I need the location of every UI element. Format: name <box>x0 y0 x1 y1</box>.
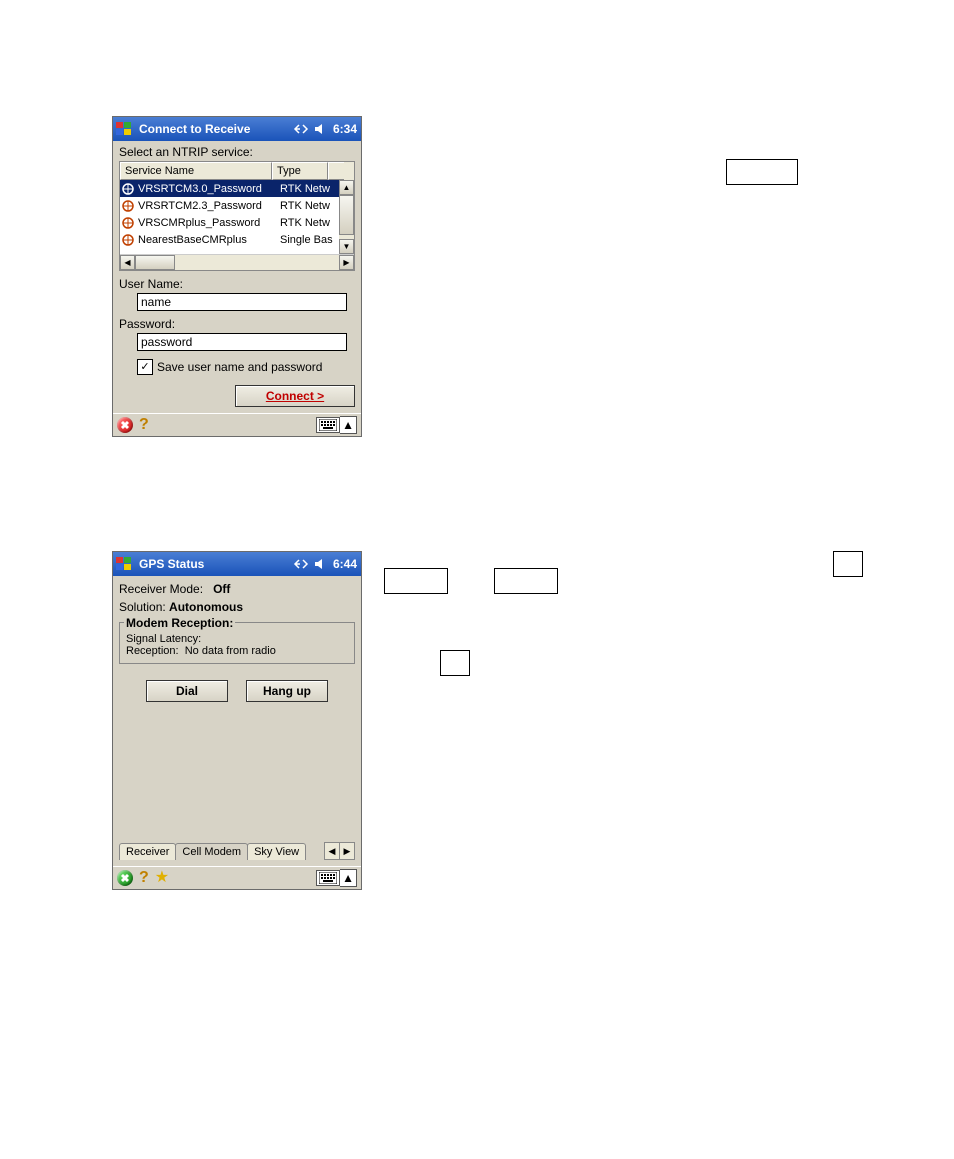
connectivity-icon[interactable] <box>293 557 309 571</box>
tab-bar: ReceiverCell ModemSky View ◀ ▶ <box>119 722 355 860</box>
connectivity-icon[interactable] <box>293 122 309 136</box>
keyboard-icon[interactable] <box>316 870 340 886</box>
clock-time[interactable]: 6:34 <box>333 122 357 136</box>
sip-arrow-up-icon[interactable]: ▲ <box>340 416 357 434</box>
service-icon <box>120 200 136 212</box>
service-icon <box>120 217 136 229</box>
service-name: VRSRTCM3.0_Password <box>136 183 274 195</box>
password-label: Password: <box>119 317 175 331</box>
modem-reception-legend: Modem Reception: <box>124 616 235 630</box>
favorite-icon[interactable]: ★ <box>155 870 169 886</box>
tab-receiver[interactable]: Receiver <box>119 843 176 860</box>
tab-cell-modem[interactable]: Cell Modem <box>175 843 248 860</box>
password-input[interactable] <box>137 333 347 351</box>
list-item[interactable]: NearestBaseCMRplusSingle Bas <box>120 231 339 248</box>
volume-icon[interactable] <box>313 122 327 136</box>
column-header-service-name[interactable]: Service Name <box>120 162 272 180</box>
list-header: Service Name Type <box>120 162 354 180</box>
help-icon[interactable]: ? <box>139 870 149 886</box>
close-icon[interactable]: ✖ <box>117 870 133 886</box>
doc-annotation-box <box>726 159 798 185</box>
solution-label: Solution: <box>119 600 166 614</box>
signal-latency-label: Signal Latency: <box>126 633 201 645</box>
ntrip-service-list[interactable]: Service Name Type VRSRTCM3.0_PasswordRTK… <box>119 161 355 271</box>
title-bar: GPS Status 6:44 <box>113 552 361 576</box>
reception-value: No data from radio <box>185 645 276 657</box>
list-item[interactable]: VRSCMRplus_PasswordRTK Netw <box>120 214 339 231</box>
doc-annotation-box <box>494 568 558 594</box>
save-credentials-label: Save user name and password <box>157 360 322 374</box>
title-bar: Connect to Receive 6:34 <box>113 117 361 141</box>
scroll-thumb[interactable] <box>339 195 354 235</box>
column-header-type[interactable]: Type <box>272 162 328 180</box>
windows-flag-icon <box>115 555 133 573</box>
receiver-mode-value: Off <box>213 582 230 596</box>
reception-label: Reception: <box>126 645 179 657</box>
scroll-up-icon[interactable]: ▲ <box>339 180 354 195</box>
scroll-left-icon[interactable]: ◀ <box>120 255 135 270</box>
doc-annotation-box <box>384 568 448 594</box>
doc-annotation-box <box>833 551 863 577</box>
select-service-label: Select an NTRIP service: <box>119 145 355 159</box>
solution-value: Autonomous <box>169 600 243 614</box>
clock-time[interactable]: 6:44 <box>333 557 357 571</box>
column-header-spacer <box>328 162 344 180</box>
service-type: RTK Netw <box>274 200 330 212</box>
tab-scroll-right-icon[interactable]: ▶ <box>339 842 355 860</box>
tab-sky-view[interactable]: Sky View <box>247 843 306 860</box>
window-title: Connect to Receive <box>137 122 293 136</box>
windows-flag-icon <box>115 120 133 138</box>
connect-button[interactable]: Connect > <box>235 385 355 407</box>
keyboard-icon[interactable] <box>316 417 340 433</box>
help-icon[interactable]: ? <box>139 417 149 433</box>
receiver-mode-label: Receiver Mode: <box>119 582 203 596</box>
hangup-button[interactable]: Hang up <box>246 680 328 702</box>
doc-annotation-box <box>440 650 470 676</box>
service-name: VRSRTCM2.3_Password <box>136 200 274 212</box>
bottom-toolbar: ✖ ? ★ ▲ <box>113 866 361 889</box>
service-icon <box>120 183 136 195</box>
username-input[interactable] <box>137 293 347 311</box>
scroll-down-icon[interactable]: ▼ <box>339 239 354 254</box>
tab-scroll-left-icon[interactable]: ◀ <box>324 842 340 860</box>
dial-button[interactable]: Dial <box>146 680 228 702</box>
vertical-scrollbar[interactable]: ▲ ▼ <box>339 180 354 254</box>
scroll-thumb[interactable] <box>135 255 175 270</box>
service-icon <box>120 234 136 246</box>
volume-icon[interactable] <box>313 557 327 571</box>
window-title: GPS Status <box>137 557 293 571</box>
close-icon[interactable]: ✖ <box>117 417 133 433</box>
service-type: RTK Netw <box>274 217 330 229</box>
service-type: RTK Netw <box>274 183 330 195</box>
scroll-right-icon[interactable]: ▶ <box>339 255 354 270</box>
horizontal-scrollbar[interactable]: ◀ ▶ <box>120 254 354 270</box>
list-item[interactable]: VRSRTCM2.3_PasswordRTK Netw <box>120 197 339 214</box>
bottom-toolbar: ✖ ? ▲ <box>113 413 361 436</box>
service-name: VRSCMRplus_Password <box>136 217 274 229</box>
service-name: NearestBaseCMRplus <box>136 234 274 246</box>
service-type: Single Bas <box>274 234 333 246</box>
username-label: User Name: <box>119 277 183 291</box>
sip-arrow-up-icon[interactable]: ▲ <box>340 869 357 887</box>
list-item[interactable]: VRSRTCM3.0_PasswordRTK Netw <box>120 180 339 197</box>
modem-reception-fieldset: Modem Reception: Signal Latency: Recepti… <box>119 622 355 664</box>
save-credentials-checkbox[interactable]: ✓ <box>137 359 153 375</box>
